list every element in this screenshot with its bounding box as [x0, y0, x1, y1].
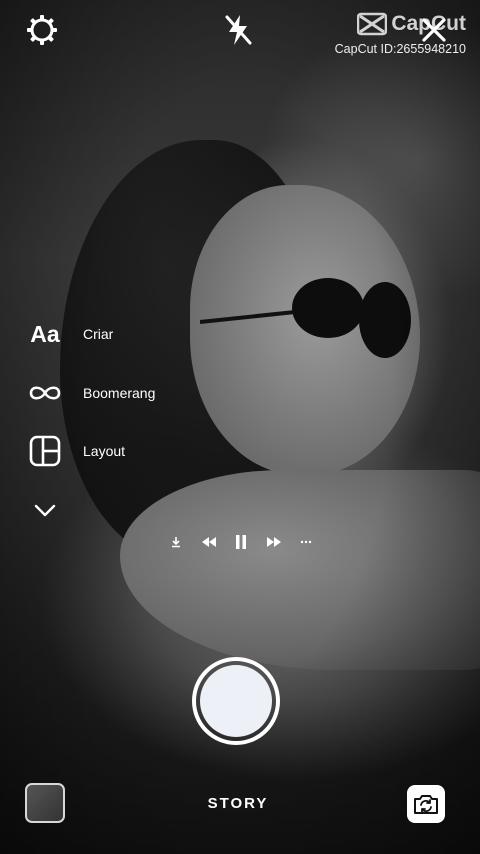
gallery-button[interactable] [25, 783, 65, 823]
download-button[interactable] [166, 532, 186, 552]
shutter-button[interactable] [192, 657, 280, 745]
more-button[interactable] [296, 532, 316, 552]
flash-off-icon [225, 15, 252, 45]
capcut-logo-icon [357, 12, 388, 36]
infinity-icon [29, 386, 61, 400]
rewind-button[interactable] [199, 532, 219, 552]
more-modes-button[interactable] [30, 498, 60, 522]
close-icon [422, 18, 446, 42]
create-icon-text: Aa [30, 320, 60, 347]
media-controls [166, 530, 316, 554]
more-icon [300, 540, 312, 544]
gear-icon [27, 15, 57, 45]
chevron-down-icon [34, 504, 56, 517]
text-aa-icon: Aa [24, 316, 66, 352]
camera-flip-icon [414, 795, 438, 814]
boomerang-mode-label: Boomerang [83, 385, 156, 401]
camera-viewfinder[interactable]: CapCut CapCut ID:2655948210 Aa Criar Boo… [0, 0, 480, 854]
layout-grid-icon [29, 435, 61, 467]
create-mode-label: Criar [83, 326, 114, 342]
flash-toggle-button[interactable] [218, 10, 258, 50]
rewind-icon [201, 537, 216, 547]
settings-button[interactable] [22, 10, 62, 50]
flip-camera-button[interactable] [407, 785, 445, 823]
layout-mode-label: Layout [83, 443, 126, 459]
layout-mode-button[interactable]: Layout [24, 433, 125, 469]
create-mode-button[interactable]: Aa Criar [24, 316, 113, 352]
shutter-inner [200, 665, 272, 737]
download-icon [172, 537, 180, 548]
boomerang-mode-button[interactable]: Boomerang [24, 375, 155, 411]
fast-forward-button[interactable] [264, 532, 284, 552]
pause-button[interactable] [231, 532, 251, 552]
close-button[interactable] [414, 10, 454, 50]
story-mode-label[interactable]: STORY [190, 795, 286, 812]
pause-icon [236, 535, 246, 549]
fast-forward-icon [266, 537, 281, 547]
